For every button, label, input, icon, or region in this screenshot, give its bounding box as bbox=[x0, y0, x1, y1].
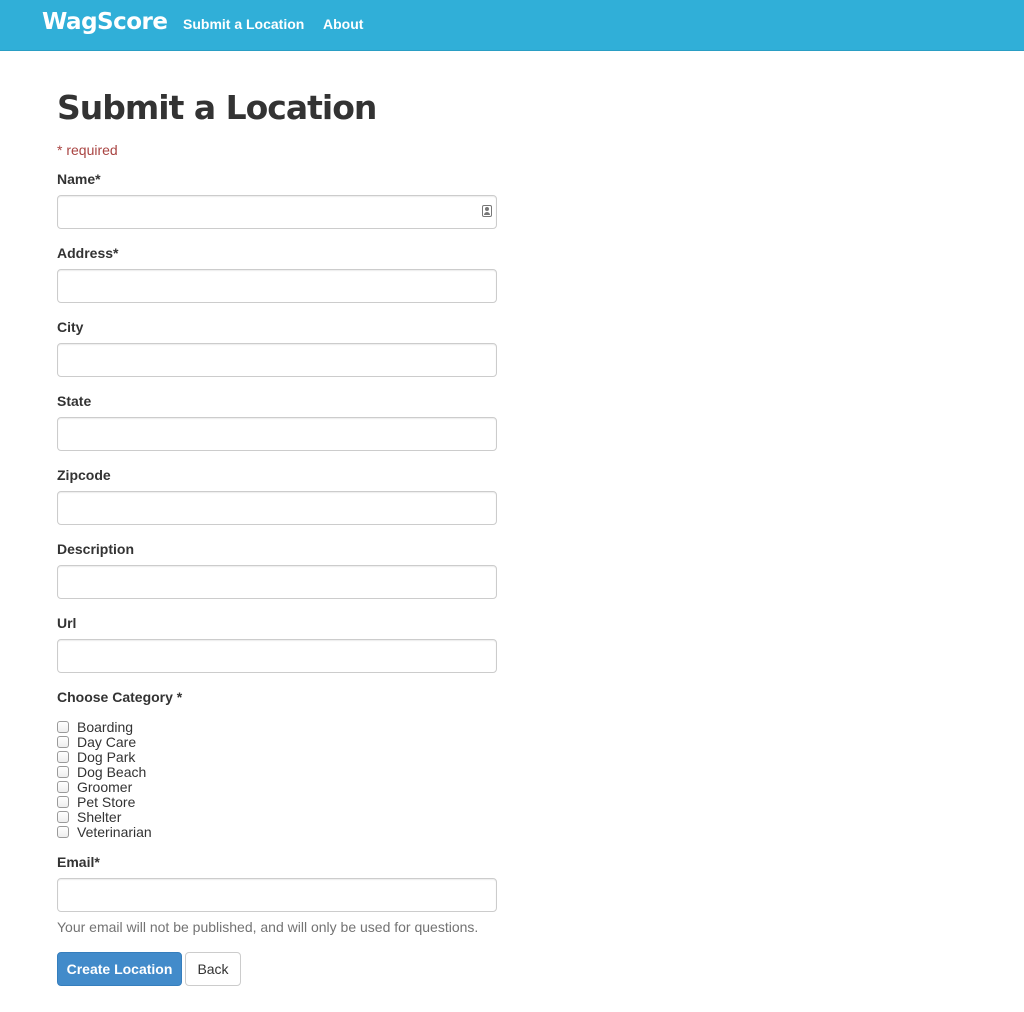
day-care-checkbox[interactable] bbox=[57, 736, 69, 748]
description-field[interactable] bbox=[57, 565, 497, 599]
category-label-groomer: Groomer bbox=[77, 779, 133, 795]
contact-card-icon[interactable] bbox=[482, 205, 492, 217]
address-label: Address* bbox=[57, 245, 119, 261]
state-field[interactable] bbox=[57, 417, 497, 451]
zipcode-label: Zipcode bbox=[57, 467, 111, 483]
category-label-shelter: Shelter bbox=[77, 809, 122, 825]
category-label-day-care: Day Care bbox=[77, 734, 137, 750]
city-label: City bbox=[57, 319, 84, 335]
navbar: WagScore Submit a Location About bbox=[0, 0, 1024, 51]
dog-park-checkbox[interactable] bbox=[57, 751, 69, 763]
category-label-veterinarian: Veterinarian bbox=[77, 824, 152, 840]
state-label: State bbox=[57, 393, 92, 409]
category-label-boarding: Boarding bbox=[77, 719, 134, 735]
back-button[interactable]: Back bbox=[185, 952, 241, 986]
create-location-button[interactable]: Create Location bbox=[57, 952, 182, 986]
veterinarian-checkbox[interactable] bbox=[57, 826, 69, 838]
url-field[interactable] bbox=[57, 639, 497, 673]
shelter-checkbox[interactable] bbox=[57, 811, 69, 823]
pet-store-checkbox[interactable] bbox=[57, 796, 69, 808]
required-note: * required bbox=[57, 142, 118, 158]
email-field[interactable] bbox=[57, 878, 497, 912]
category-label: Choose Category * bbox=[57, 689, 183, 705]
category-label-dog-park: Dog Park bbox=[77, 749, 136, 765]
city-field[interactable] bbox=[57, 343, 497, 377]
category-label-dog-beach: Dog Beach bbox=[77, 764, 147, 780]
dog-beach-checkbox[interactable] bbox=[57, 766, 69, 778]
boarding-checkbox[interactable] bbox=[57, 721, 69, 733]
email-label: Email* bbox=[57, 854, 100, 870]
url-label: Url bbox=[57, 615, 77, 631]
zipcode-field[interactable] bbox=[57, 491, 497, 525]
nav-link-about[interactable]: About bbox=[323, 16, 363, 32]
description-label: Description bbox=[57, 541, 135, 557]
email-help-text: Your email will not be published, and wi… bbox=[57, 919, 479, 935]
category-label-pet-store: Pet Store bbox=[77, 794, 136, 810]
address-field[interactable] bbox=[57, 269, 497, 303]
page-title: Submit a Location bbox=[57, 88, 377, 127]
brand-logo[interactable]: WagScore bbox=[42, 9, 168, 35]
name-field[interactable] bbox=[57, 195, 497, 229]
name-label: Name* bbox=[57, 171, 101, 187]
nav-link-submit-location[interactable]: Submit a Location bbox=[183, 16, 304, 32]
groomer-checkbox[interactable] bbox=[57, 781, 69, 793]
